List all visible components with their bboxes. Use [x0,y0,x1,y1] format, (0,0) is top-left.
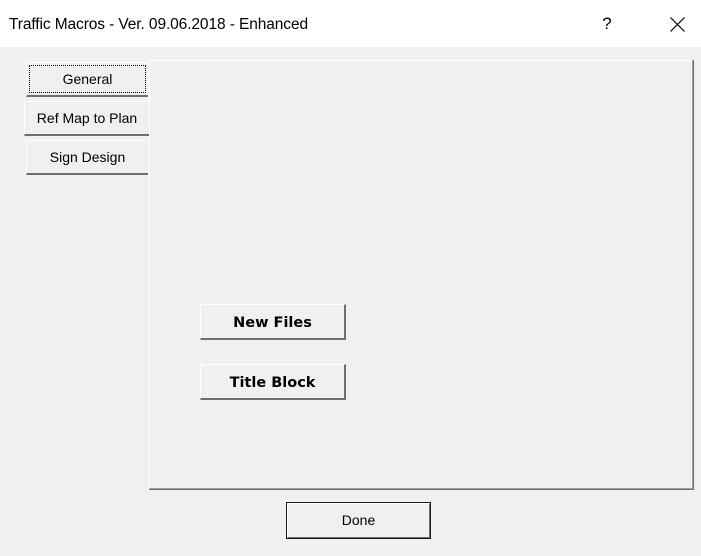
tab-ref-map-to-plan-label: Ref Map to Plan [36,110,138,126]
title-block-button[interactable]: Title Block [200,364,346,400]
done-button-label: Done [341,512,376,528]
tab-sign-design[interactable]: Sign Design [26,140,148,175]
tab-sign-design-label: Sign Design [49,149,126,165]
tab-general[interactable]: General [26,62,148,97]
tab-panel [149,60,694,490]
close-icon [670,17,685,32]
help-button[interactable]: ? [584,8,630,40]
window-title: Traffic Macros - Ver. 09.06.2018 - Enhan… [9,16,308,33]
tab-ref-map-to-plan[interactable]: Ref Map to Plan [24,101,149,136]
title-bar: Traffic Macros - Ver. 09.06.2018 - Enhan… [0,0,701,47]
tab-general-label: General [62,71,113,87]
close-button[interactable] [656,8,698,40]
done-button[interactable]: Done [286,502,431,539]
dialog-window: Traffic Macros - Ver. 09.06.2018 - Enhan… [0,0,701,556]
new-files-button[interactable]: New Files [200,304,346,340]
